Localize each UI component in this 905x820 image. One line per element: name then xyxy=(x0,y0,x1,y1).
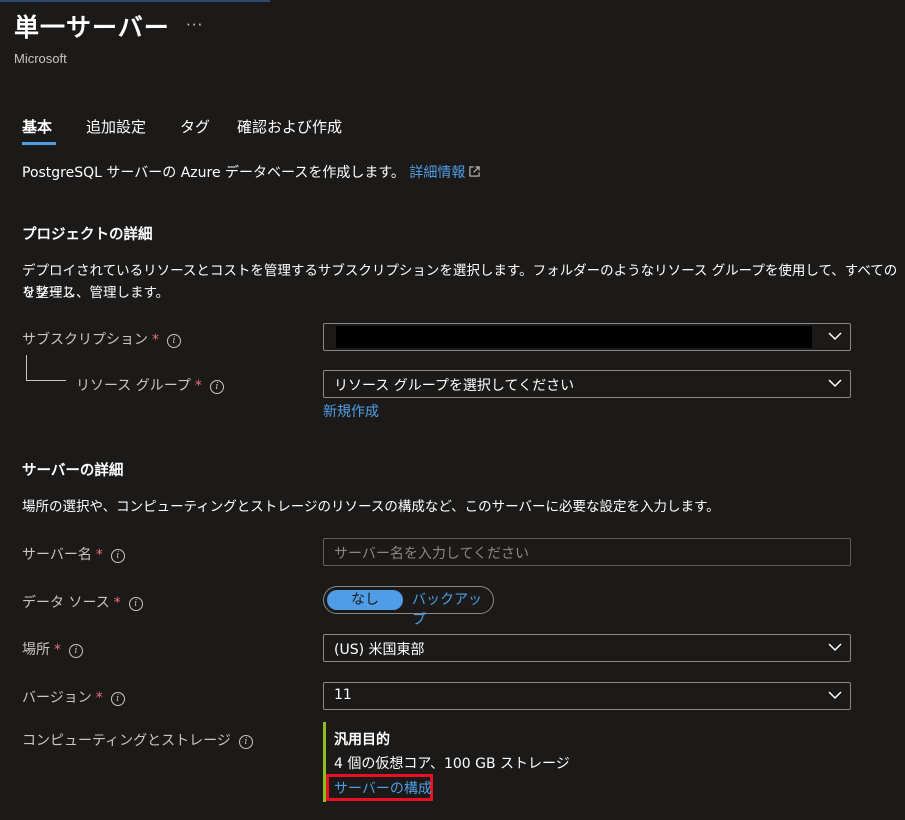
chevron-down-icon xyxy=(828,691,842,700)
tab-review-create[interactable]: 確認および作成 xyxy=(237,116,342,137)
create-new-resource-group-link[interactable]: 新規作成 xyxy=(323,401,379,421)
info-icon[interactable]: i xyxy=(110,549,125,563)
required-indicator: * xyxy=(54,642,61,658)
required-indicator: * xyxy=(113,595,121,611)
info-icon[interactable]: i xyxy=(110,692,125,706)
chevron-down-icon xyxy=(828,643,842,652)
page-title: 単一サーバー xyxy=(14,13,170,42)
data-source-toggle[interactable]: なし バックアップ xyxy=(323,586,494,628)
resource-group-value: リソース グループを選択してください xyxy=(334,378,575,394)
required-indicator: * xyxy=(152,332,159,348)
compute-detail: 4 個の仮想コア、100 GB ストレージ xyxy=(334,756,570,772)
more-actions-button[interactable]: ··· xyxy=(186,16,203,34)
server-name-placeholder: サーバー名を入力してください xyxy=(334,546,530,562)
location-label-text: 場所 xyxy=(22,642,50,658)
compute-storage-label: コンピューティングとストレージ i xyxy=(22,730,253,750)
chevron-down-icon xyxy=(828,332,842,341)
tab-tags[interactable]: タグ xyxy=(180,116,210,137)
version-value: 11 xyxy=(334,687,352,703)
server-name-input[interactable]: サーバー名を入力してください xyxy=(323,538,851,566)
info-icon[interactable]: i xyxy=(209,380,224,394)
intro-description: PostgreSQL サーバーの Azure データベースを作成します。 xyxy=(22,165,405,181)
version-dropdown[interactable]: 11 xyxy=(323,682,851,710)
tab-additional-settings[interactable]: 追加設定 xyxy=(86,116,146,137)
resource-group-label: リソース グループ * i xyxy=(76,375,224,395)
external-link-icon[interactable] xyxy=(469,166,481,177)
info-icon[interactable]: i xyxy=(167,334,181,348)
server-name-label: サーバー名 * i xyxy=(22,544,125,564)
server-name-label-text: サーバー名 xyxy=(22,547,92,563)
publisher-label: Microsoft xyxy=(14,51,67,66)
info-icon[interactable]: i xyxy=(69,644,83,658)
intro-text: PostgreSQL サーバーの Azure データベースを作成します。 詳細情… xyxy=(22,162,481,182)
server-details-heading: サーバーの詳細 xyxy=(22,463,124,479)
data-source-label-text: データ ソース xyxy=(22,595,110,611)
compute-tier: 汎用目的 xyxy=(334,732,390,748)
compute-storage-label-text: コンピューティングとストレージ xyxy=(22,733,231,749)
location-value: (US) 米国東部 xyxy=(334,642,425,658)
version-label-text: バージョン xyxy=(22,690,92,706)
resource-group-dropdown[interactable]: リソース グループを選択してください xyxy=(323,370,851,398)
active-tab-indicator xyxy=(22,142,56,145)
subscription-label-text: サブスクリプション xyxy=(22,332,148,348)
project-details-heading: プロジェクトの詳細 xyxy=(22,227,153,243)
chevron-down-icon xyxy=(828,379,842,388)
resource-group-label-text: リソース グループ xyxy=(76,378,191,394)
project-description-line2: を整理し、管理します。 xyxy=(22,285,170,301)
tab-basics[interactable]: 基本 xyxy=(22,116,52,137)
subscription-dropdown[interactable] xyxy=(323,323,851,351)
location-dropdown[interactable]: (US) 米国東部 xyxy=(323,634,851,662)
data-source-label: データ ソース * i xyxy=(22,592,143,612)
tree-connector-vertical xyxy=(26,355,27,381)
server-description: 場所の選択や、コンピューティングとストレージのリソースの構成など、このサーバーに… xyxy=(22,499,720,515)
tree-connector-horizontal xyxy=(26,380,66,381)
data-source-option-none[interactable]: なし xyxy=(327,590,403,610)
learn-more-link[interactable]: 詳細情報 xyxy=(409,165,465,181)
top-accent-line xyxy=(0,0,270,2)
required-indicator: * xyxy=(95,690,103,706)
configure-server-link[interactable]: サーバーの構成 xyxy=(334,778,432,798)
info-icon[interactable]: i xyxy=(128,597,143,611)
info-icon[interactable]: i xyxy=(238,735,253,749)
version-label: バージョン * i xyxy=(22,687,125,707)
data-source-option-backup[interactable]: バックアップ xyxy=(412,590,493,630)
required-indicator: * xyxy=(95,547,103,563)
redacted-subscription xyxy=(336,326,812,348)
subscription-label: サブスクリプション * i xyxy=(22,329,181,349)
required-indicator: * xyxy=(194,378,202,394)
location-label: 場所 * i xyxy=(22,639,83,659)
